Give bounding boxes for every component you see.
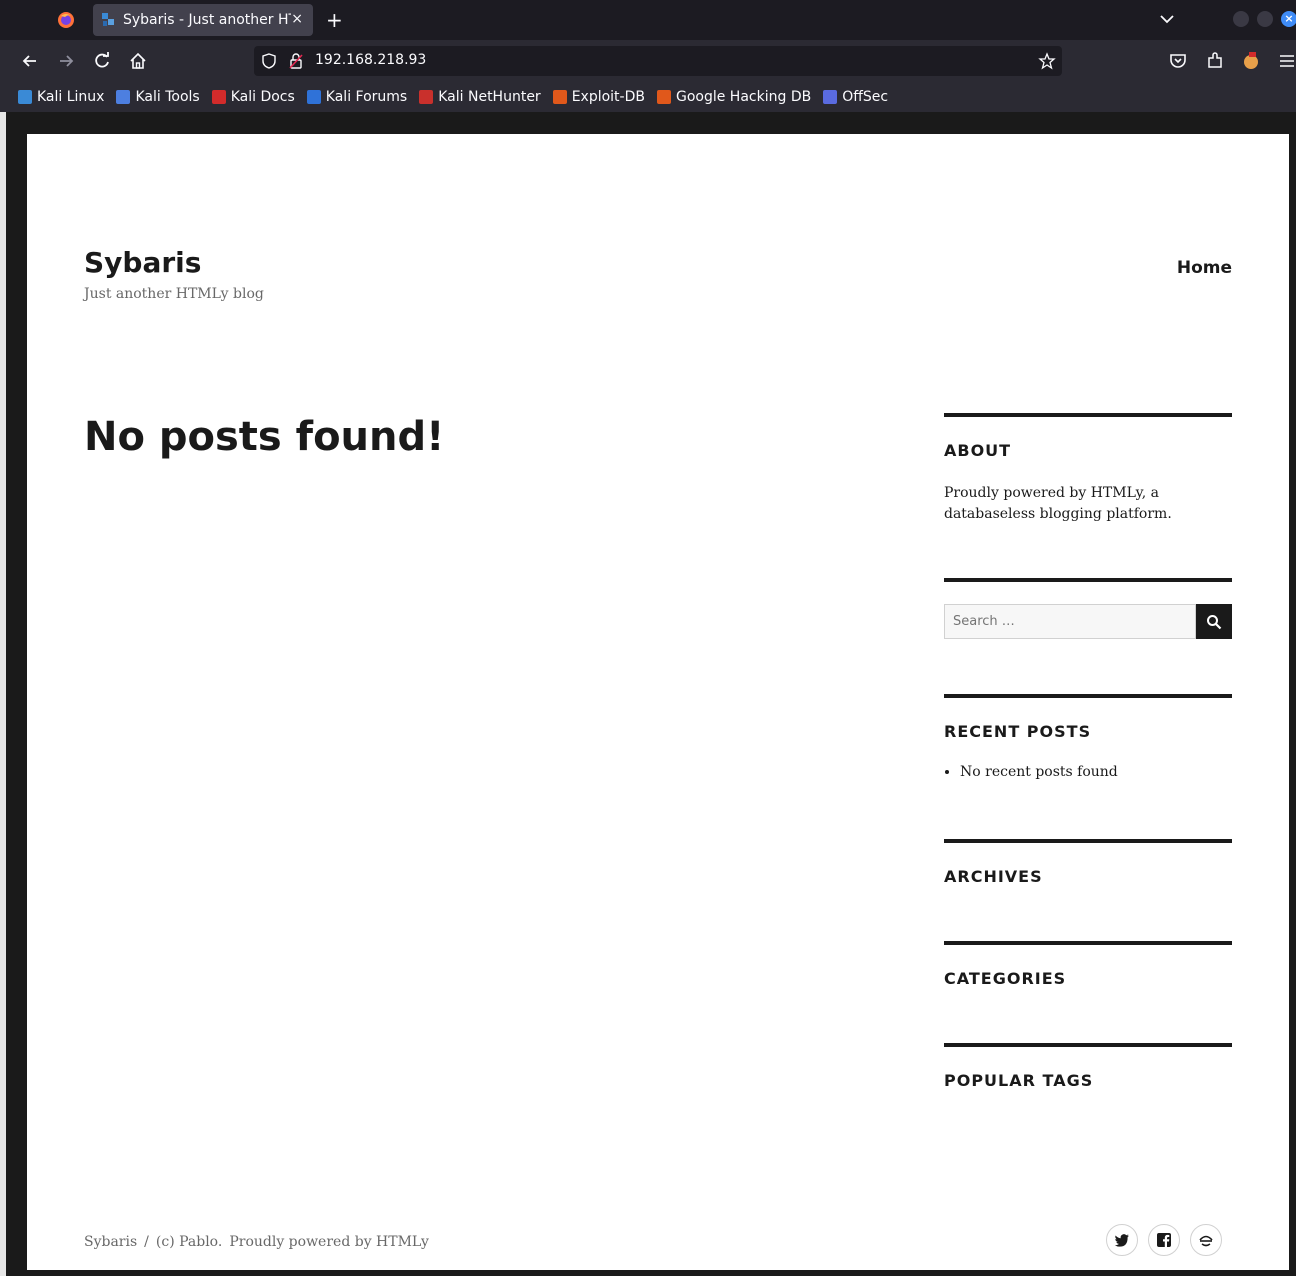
footer-powered-link[interactable]: Proudly powered by HTMLy [229, 1234, 429, 1250]
minimize-button[interactable] [1233, 11, 1249, 27]
exploit-db-icon [552, 90, 567, 104]
active-tab[interactable]: Sybaris - Just another HTML × [93, 4, 313, 36]
google-hacking-db-icon [656, 90, 671, 104]
recent-posts-widget: RECENT POSTS No recent posts found [944, 694, 1232, 824]
page-heading: No posts found! [84, 414, 445, 460]
bookmark-offsec[interactable]: OffSec [823, 89, 888, 105]
search-button[interactable] [1196, 604, 1232, 639]
page-content: Sybaris Just another HTMLy blog Home No … [27, 134, 1289, 1270]
bookmark-kali-linux[interactable]: Kali Linux [18, 89, 104, 105]
site-title[interactable]: Sybaris [84, 246, 201, 279]
search-input[interactable] [944, 604, 1196, 639]
htmly-favicon-icon [102, 13, 114, 26]
kali-nethunter-icon [419, 90, 434, 104]
pocket-icon[interactable] [1168, 51, 1188, 71]
tab-list-chevron-icon[interactable] [1158, 10, 1176, 28]
about-text: Proudly powered by HTMLy, a databaseless… [944, 485, 1172, 522]
bookmark-kali-docs[interactable]: Kali Docs [211, 89, 295, 105]
bookmark-label: Kali NetHunter [438, 89, 541, 105]
extensions-icon[interactable] [1205, 51, 1225, 71]
bookmark-label: Kali Tools [135, 89, 200, 105]
menu-hamburger-icon[interactable] [1277, 51, 1296, 71]
widget-title-recent-posts: RECENT POSTS [944, 722, 1092, 741]
nav-home-link[interactable]: Home [1177, 258, 1232, 278]
bookmark-kali-tools[interactable]: Kali Tools [116, 89, 200, 105]
home-icon[interactable] [128, 51, 148, 71]
popular-tags-widget: POPULAR TAGS [944, 1043, 1232, 1133]
bookmark-google-hacking-db[interactable]: Google Hacking DB [656, 89, 812, 105]
forward-icon[interactable] [56, 51, 76, 71]
facebook-link[interactable] [1148, 1224, 1180, 1256]
bookmark-label: Google Hacking DB [675, 89, 812, 105]
tab-bar: Sybaris - Just another HTML × + × [0, 0, 1296, 40]
bookmarks-toolbar: Kali Linux Kali Tools Kali Docs Kali For… [0, 82, 1296, 112]
feed-link[interactable] [1190, 1224, 1222, 1256]
bookmark-star-icon[interactable] [1038, 52, 1056, 70]
bookmark-label: OffSec [842, 89, 889, 105]
offsec-icon [823, 90, 838, 104]
categories-widget: CATEGORIES [944, 941, 1232, 1031]
feed-icon [1199, 1235, 1213, 1247]
bookmark-label: Kali Docs [230, 89, 295, 105]
list-item: No recent posts found [960, 764, 1118, 780]
navigation-toolbar: 192.168.218.93 [0, 40, 1296, 82]
widget-title-categories: CATEGORIES [944, 969, 1067, 988]
bookmark-kali-forums[interactable]: Kali Forums [306, 89, 408, 105]
url-text[interactable]: 192.168.218.93 [315, 52, 426, 68]
profile-extension-icon[interactable] [1241, 51, 1261, 71]
url-bar[interactable]: 192.168.218.93 [254, 46, 1062, 76]
footer-info: Sybaris / (c) Pablo. Proudly powered by … [84, 1234, 429, 1250]
new-tab-button[interactable]: + [326, 8, 343, 32]
widget-title-popular-tags: POPULAR TAGS [944, 1071, 1094, 1090]
search-widget [944, 578, 1232, 678]
kali-tools-icon [116, 90, 131, 104]
background-window-edge [0, 112, 6, 1276]
footer-site-link[interactable]: Sybaris [84, 1234, 137, 1250]
shield-icon[interactable] [261, 53, 277, 69]
footer-copyright: (c) Pablo. [155, 1234, 223, 1250]
about-widget: ABOUT Proudly powered by HTMLy, a databa… [944, 413, 1232, 563]
bookmark-exploit-db[interactable]: Exploit-DB [552, 89, 645, 105]
recent-posts-list: No recent posts found [960, 764, 1118, 780]
reload-icon[interactable] [92, 51, 112, 71]
bookmark-label: Kali Linux [37, 89, 105, 105]
window-close-button[interactable]: × [1281, 11, 1296, 27]
bookmark-kali-nethunter[interactable]: Kali NetHunter [419, 89, 541, 105]
twitter-icon [1114, 1234, 1129, 1247]
search-icon [1207, 614, 1222, 629]
maximize-button[interactable] [1257, 11, 1273, 27]
twitter-link[interactable] [1106, 1224, 1138, 1256]
archives-widget: ARCHIVES [944, 839, 1232, 929]
firefox-icon[interactable] [57, 11, 75, 29]
kali-forums-icon [306, 90, 321, 104]
insecure-lock-icon[interactable] [288, 52, 304, 70]
facebook-icon [1157, 1233, 1171, 1247]
kali-linux-icon [18, 90, 32, 104]
bookmark-label: Kali Forums [325, 89, 408, 105]
tab-close-icon[interactable]: × [291, 11, 303, 27]
site-description: Just another HTMLy blog [84, 286, 264, 302]
footer-separator: / [144, 1234, 149, 1250]
widget-title-archives: ARCHIVES [944, 867, 1043, 886]
widget-title-about: ABOUT [944, 441, 1012, 460]
kali-docs-icon [211, 90, 226, 104]
back-icon[interactable] [20, 51, 40, 71]
bookmark-label: Exploit-DB [571, 89, 645, 105]
tab-title: Sybaris - Just another HTML [123, 12, 291, 28]
